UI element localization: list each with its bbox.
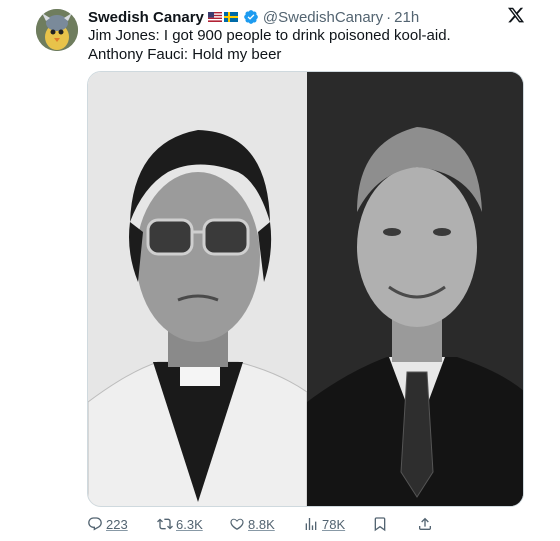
handle[interactable]: @SwedishCanary: [263, 9, 383, 26]
avatar[interactable]: [36, 9, 78, 51]
reply-button[interactable]: 223: [87, 514, 128, 534]
bookmark-button[interactable]: [372, 514, 391, 534]
sweden-flag-icon: [223, 12, 238, 22]
repost-icon: [157, 518, 173, 530]
tweet-header: Swedish Canary @SwedishCanary · 21h: [88, 6, 419, 28]
repost-count: 6.3K: [176, 516, 203, 532]
views-button[interactable]: 78K: [303, 514, 345, 534]
anthony-fauci-photo[interactable]: [307, 72, 523, 506]
bookmark-icon: [374, 517, 386, 532]
timestamp[interactable]: 21h: [394, 9, 419, 26]
jim-jones-photo[interactable]: [88, 72, 308, 506]
tweet-text: Jim Jones: I got 900 people to drink poi…: [88, 26, 528, 64]
anthony-fauci-illustration: [307, 72, 523, 506]
repost-button[interactable]: 6.3K: [157, 514, 203, 534]
x-logo-icon[interactable]: [507, 6, 525, 24]
tweet-text-line-2: Anthony Fauci: Hold my beer: [88, 46, 282, 63]
share-button[interactable]: [417, 514, 436, 534]
reply-count: 223: [106, 516, 128, 532]
tweet-media[interactable]: [87, 71, 524, 507]
views-icon: [305, 518, 317, 530]
verified-badge-icon: [244, 10, 258, 24]
views-count: 78K: [322, 516, 346, 532]
display-name[interactable]: Swedish Canary: [88, 9, 204, 26]
reply-icon: [88, 517, 102, 531]
avatar-image: [36, 9, 78, 51]
jim-jones-illustration: [88, 72, 308, 506]
share-icon: [419, 517, 431, 530]
tweet: Swedish Canary @SwedishCanary · 21h Jim …: [0, 0, 560, 541]
separator: ·: [386, 8, 392, 26]
tweet-actions: 223 6.3K 8.8K 78K: [87, 514, 447, 534]
tweet-text-line-1: Jim Jones: I got 900 people to drink poi…: [88, 27, 451, 44]
heart-icon: [230, 518, 244, 530]
us-flag-icon: [207, 12, 222, 22]
like-button[interactable]: 8.8K: [229, 514, 275, 534]
like-count: 8.8K: [248, 516, 275, 532]
